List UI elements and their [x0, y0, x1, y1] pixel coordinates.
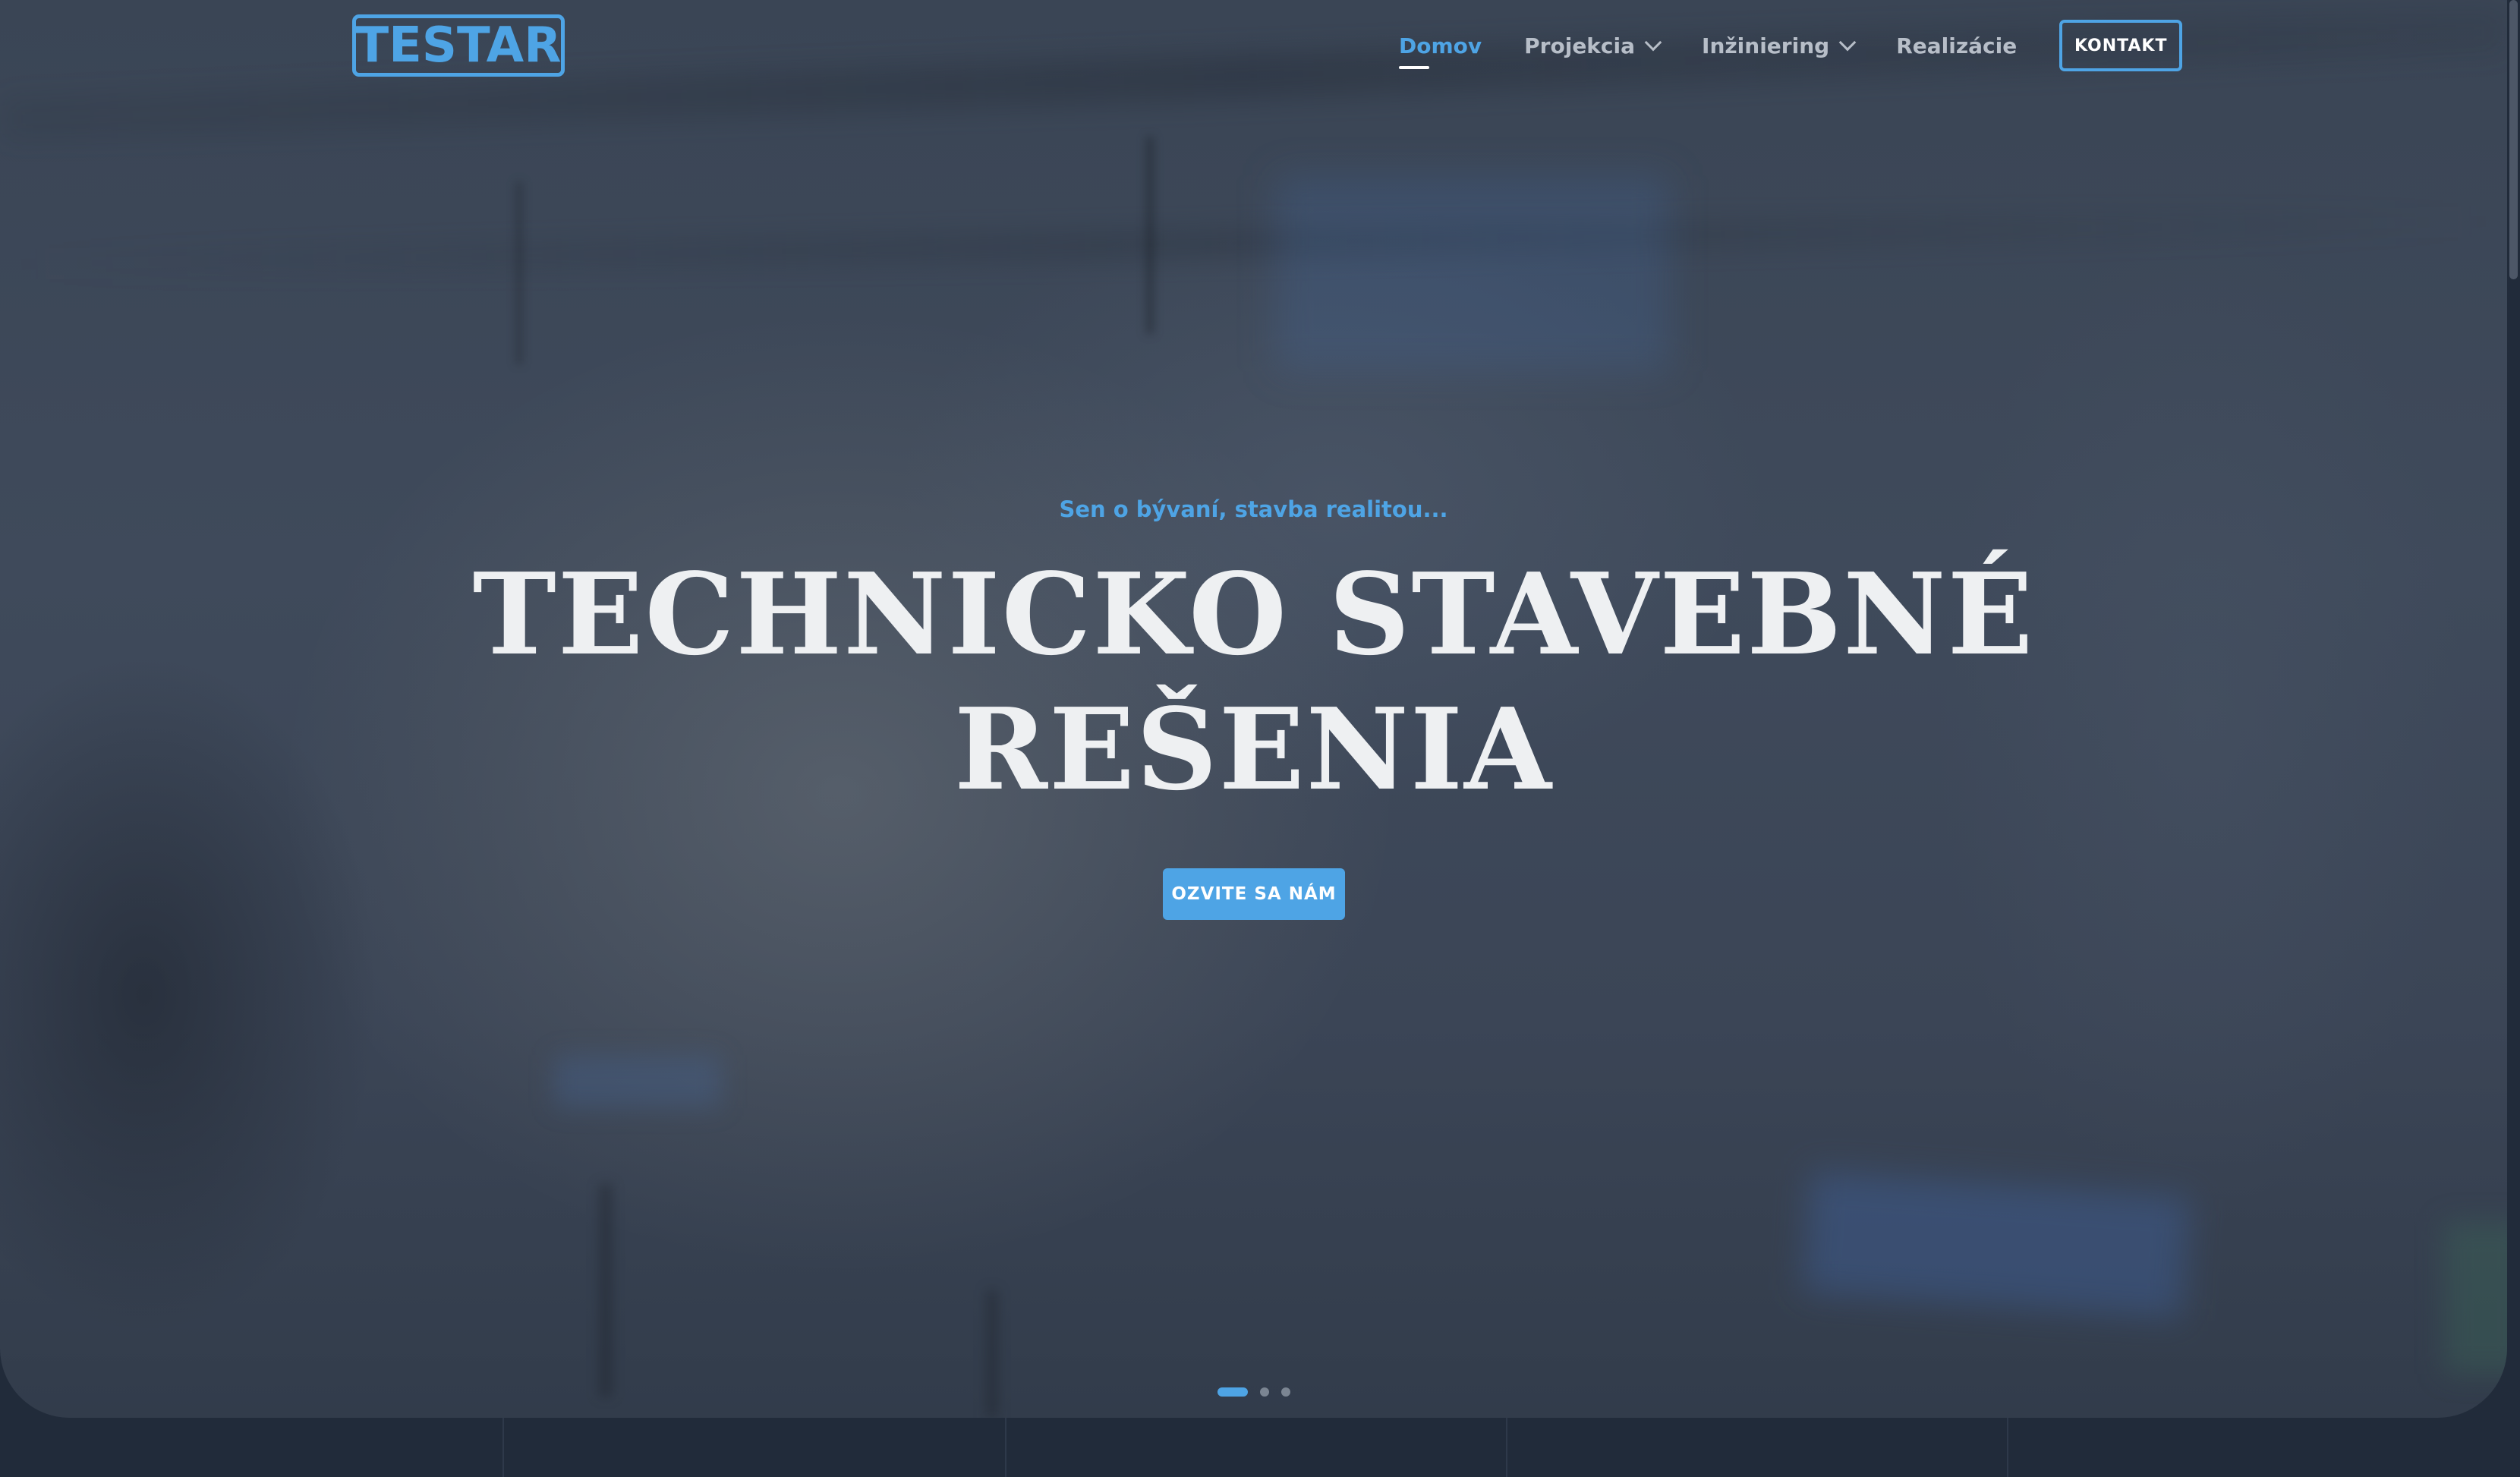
- logo-text: TESTAR: [355, 17, 562, 74]
- background-blur-shape: [2444, 1222, 2507, 1374]
- main-nav: Domov Projekcia Inžiniering Realizácie K…: [1381, 0, 2183, 91]
- headline-line-1: TECHNICKO STAVEBNÉ: [472, 548, 2035, 680]
- slider-dot-3[interactable]: [1281, 1387, 1290, 1397]
- cta-button[interactable]: OZVITE SA NÁM: [1163, 868, 1345, 920]
- background-blur-shape: [987, 1290, 997, 1418]
- column-divider: [502, 1418, 504, 1477]
- column-divider: [1005, 1418, 1006, 1477]
- nav-item-domov[interactable]: Domov: [1399, 33, 1482, 69]
- nav-item-label: Inžiniering: [1702, 33, 1830, 58]
- next-section: [0, 1418, 2507, 1477]
- nav-item-label: Realizácie: [1896, 33, 2018, 58]
- nav-item-realizacie[interactable]: Realizácie: [1896, 33, 2017, 58]
- hero-headline: TECHNICKO STAVEBNÉ REŠENIA: [0, 546, 2507, 817]
- hero-section: TESTAR Domov Projekcia Inžiniering Reali…: [0, 0, 2507, 1418]
- nav-item-label: Domov: [1399, 33, 1482, 58]
- chevron-down-icon: [1838, 33, 1857, 52]
- slider-dot-1[interactable]: [1217, 1387, 1248, 1397]
- background-blur-shape: [1803, 1170, 2190, 1319]
- active-indicator: [1399, 65, 1429, 69]
- background-blur-shape: [554, 1055, 721, 1108]
- column-divider: [1506, 1418, 1507, 1477]
- slider-pagination: [1217, 1387, 1303, 1397]
- site-logo[interactable]: TESTAR: [352, 14, 565, 77]
- headline-line-2: REŠENIA: [954, 683, 1553, 815]
- nav-item-projekcia[interactable]: Projekcia: [1524, 33, 1662, 58]
- column-divider: [2007, 1418, 2008, 1477]
- background-blur-shape: [1146, 137, 1154, 334]
- contact-button[interactable]: KONTAKT: [2059, 20, 2183, 71]
- nav-item-label: Projekcia: [1524, 33, 1636, 58]
- background-blur-shape: [600, 1184, 612, 1397]
- scrollbar-thumb[interactable]: [2509, 0, 2518, 279]
- slider-dot-2[interactable]: [1260, 1387, 1269, 1397]
- nav-item-inziniering[interactable]: Inžiniering: [1702, 33, 1857, 58]
- hero-tagline: Sen o bývaní, stavba realitou...: [1059, 496, 1448, 522]
- background-blur-shape: [1275, 175, 1670, 372]
- background-blur-shape: [516, 182, 522, 364]
- chevron-down-icon: [1644, 33, 1662, 52]
